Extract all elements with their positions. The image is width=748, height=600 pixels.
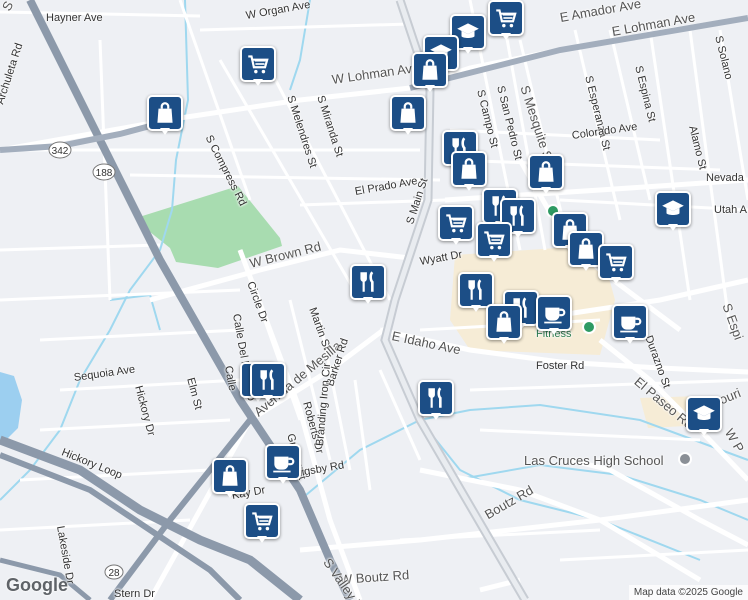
poi-marker-shopping[interactable] [212, 458, 248, 500]
bag-icon [486, 304, 522, 340]
poi-marker-shopping[interactable] [147, 95, 183, 137]
poi-marker-school[interactable] [686, 396, 722, 438]
cart-icon [240, 46, 276, 82]
cart-icon [438, 205, 474, 241]
poi-marker-restaurant[interactable] [250, 362, 286, 404]
google-logo: Google [6, 575, 68, 595]
lake [0, 372, 22, 440]
street-label: Stern Dr [114, 588, 155, 600]
poi-marker-school[interactable] [655, 191, 691, 233]
poi-marker-shopping[interactable] [528, 154, 564, 196]
place-label-las-cruces-high-school[interactable]: Las Cruces High School [524, 454, 663, 467]
poi-marker-restaurant[interactable] [350, 264, 386, 306]
bag-icon [390, 95, 426, 131]
cart-icon [488, 0, 524, 36]
bag-icon [147, 95, 183, 131]
bag-icon [212, 458, 248, 494]
street-label: Hayner Ave [46, 12, 103, 24]
poi-marker-shopping[interactable] [476, 222, 512, 264]
poi-marker-shopping[interactable] [451, 151, 487, 193]
street-label: Foster Rd [536, 360, 585, 372]
bag-icon [451, 151, 487, 187]
place-pin-icon[interactable] [582, 320, 596, 334]
fork-knife-icon [350, 264, 386, 300]
mortarboard-icon [686, 396, 722, 432]
street-label: Utah A [714, 204, 748, 216]
poi-marker-shopping[interactable] [486, 304, 522, 346]
route-188-label: 188 [96, 168, 113, 179]
school-pin-icon[interactable] [678, 452, 692, 466]
cart-icon [598, 244, 634, 280]
bag-icon [528, 154, 564, 190]
poi-marker-shopping[interactable] [412, 52, 448, 94]
street-label: Nevada [706, 172, 744, 184]
fork-knife-icon [458, 272, 494, 308]
coffee-cup-icon [265, 444, 301, 480]
route-342-label: 342 [52, 146, 69, 157]
map-canvas[interactable]: 342 188 28 Hayner Ave W Organ Ave E Amad… [0, 0, 748, 600]
poi-marker-shopping[interactable] [390, 95, 426, 137]
route-28-label: 28 [108, 568, 120, 579]
poi-marker-shopping[interactable] [438, 205, 474, 247]
cart-icon [244, 503, 280, 539]
poi-marker-restaurant[interactable] [418, 380, 454, 422]
cart-icon [476, 222, 512, 258]
fork-knife-icon [250, 362, 286, 398]
bag-icon [412, 52, 448, 88]
map-attribution[interactable]: Map data ©2025 Google [628, 585, 748, 600]
coffee-cup-icon [612, 304, 648, 340]
poi-marker-cafe[interactable] [265, 444, 301, 486]
poi-marker-shopping[interactable] [598, 244, 634, 286]
route-shields: 342 188 28 [48, 141, 124, 580]
poi-marker-shopping[interactable] [240, 46, 276, 88]
poi-marker-cafe[interactable] [536, 295, 572, 337]
poi-marker-shopping[interactable] [244, 503, 280, 545]
poi-marker-cafe[interactable] [612, 304, 648, 346]
coffee-cup-icon [536, 295, 572, 331]
poi-marker-shopping[interactable] [488, 0, 524, 42]
mortarboard-icon [655, 191, 691, 227]
fork-knife-icon [418, 380, 454, 416]
